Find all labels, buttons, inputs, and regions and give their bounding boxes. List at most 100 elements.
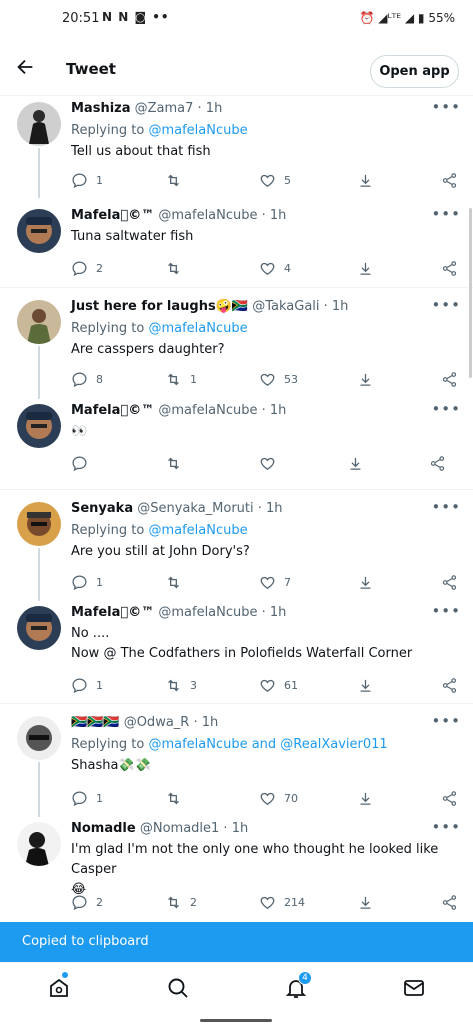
notifications-badge: 4 [298, 971, 312, 985]
tweet[interactable]: Just here for laughs🤪🇿🇦 @TakaGali · 1h R… [0, 288, 473, 399]
messages-icon[interactable] [402, 976, 426, 1000]
download-button[interactable] [357, 258, 374, 278]
like-button[interactable]: 61 [259, 675, 298, 695]
tweet[interactable]: Mashiza @Zama7 · 1h Replying to @mafelaN… [0, 96, 473, 198]
share-button[interactable] [441, 572, 458, 592]
display-name[interactable]: Mafela©™ [71, 403, 154, 418]
more-options-icon[interactable]: ••• [431, 712, 461, 730]
reply-button[interactable]: 1 [71, 788, 103, 808]
reply-button[interactable]: 2 [71, 892, 103, 912]
like-button[interactable]: 4 [259, 258, 291, 278]
like-button[interactable]: 70 [259, 788, 298, 808]
share-button[interactable] [441, 788, 458, 808]
more-options-icon[interactable]: ••• [431, 602, 461, 620]
more-options-icon[interactable]: ••• [431, 400, 461, 418]
display-name[interactable]: Nomadle [71, 821, 136, 836]
tweet[interactable]: Nomadle @Nomadle1 · 1h I'm glad I'm not … [0, 816, 473, 926]
reply-button[interactable]: 1 [71, 675, 103, 695]
reply-button[interactable]: 8 [71, 369, 103, 389]
retweet-button[interactable] [165, 788, 190, 808]
retweet-button[interactable] [165, 453, 190, 473]
retweet-button[interactable] [165, 572, 190, 592]
download-icon [360, 679, 371, 692]
avatar[interactable] [17, 502, 61, 546]
scrollbar[interactable] [469, 208, 472, 378]
reply-button[interactable]: 2 [71, 258, 103, 278]
replying-to-link[interactable]: @mafelaNcube [148, 123, 247, 138]
avatar[interactable] [17, 300, 61, 344]
more-options-icon[interactable]: ••• [431, 296, 461, 314]
display-name[interactable]: Just here for laughs🤪🇿🇦 [71, 299, 248, 314]
gesture-bar[interactable] [200, 1019, 272, 1022]
share-button[interactable] [441, 369, 458, 389]
open-app-button[interactable]: Open app [370, 55, 459, 88]
back-arrow-icon[interactable] [14, 56, 36, 78]
download-button[interactable] [357, 170, 374, 190]
share-button[interactable] [429, 453, 446, 473]
reply-button[interactable]: 1 [71, 572, 103, 592]
share-button[interactable] [441, 170, 458, 190]
download-button[interactable] [357, 572, 374, 592]
avatar[interactable] [17, 716, 61, 760]
retweet-button[interactable] [165, 170, 190, 190]
download-icon [350, 457, 361, 470]
retweet-button[interactable]: 2 [165, 892, 197, 912]
display-name[interactable]: Senyaka [71, 501, 133, 516]
more-options-icon[interactable]: ••• [431, 498, 461, 516]
avatar[interactable] [17, 102, 61, 146]
tweet-text: Are casspers daughter? [71, 342, 225, 357]
download-button[interactable] [357, 788, 374, 808]
more-options-icon[interactable]: ••• [431, 818, 461, 836]
display-name[interactable]: 🇿🇦🇿🇦🇿🇦 [71, 715, 120, 730]
tweet[interactable]: Mafela©™ @mafelaNcube · 1h No .... Now … [0, 600, 473, 704]
like-button[interactable] [259, 453, 284, 473]
like-button[interactable]: 7 [259, 572, 291, 592]
heart-icon [260, 576, 275, 589]
display-name[interactable]: Mashiza [71, 101, 131, 116]
reply-icon [72, 455, 87, 471]
tweet[interactable]: Senyaka @Senyaka_Moruti · 1h Replying to… [0, 490, 473, 601]
retweet-button[interactable]: 3 [165, 675, 197, 695]
download-button[interactable] [357, 892, 374, 912]
replying-to-link[interactable]: @mafelaNcube [148, 523, 247, 538]
download-button[interactable] [347, 453, 364, 473]
home-icon[interactable] [47, 976, 71, 1000]
replying-to-link[interactable]: @mafelaNcube and @RealXavier011 [148, 737, 387, 752]
reply-icon [72, 894, 87, 910]
tweet-text: No .... [71, 626, 110, 641]
download-icon [360, 576, 371, 589]
avatar[interactable] [17, 822, 61, 866]
reply-button[interactable]: 1 [71, 170, 103, 190]
tweet-actions: 8 1 53 [71, 369, 461, 389]
retweet-icon [168, 792, 179, 804]
tweet[interactable]: Mafela©™ @mafelaNcube · 1h 👀 ••• [0, 398, 473, 490]
status-bar: 20:51 N N ◙ •• ⏰ ◢ᴸᵀᴱ ◢ ▮ 55% [0, 0, 473, 38]
replies-feed: Mashiza @Zama7 · 1h Replying to @mafelaN… [0, 96, 473, 926]
like-button[interactable]: 214 [259, 892, 305, 912]
retweet-button[interactable]: 1 [165, 369, 197, 389]
share-button[interactable] [441, 675, 458, 695]
like-button[interactable]: 53 [259, 369, 298, 389]
retweet-button[interactable] [165, 258, 190, 278]
avatar[interactable] [17, 606, 61, 650]
search-icon[interactable] [166, 976, 190, 1000]
replying-to-prefix: Replying to [71, 123, 149, 138]
download-button[interactable] [357, 675, 374, 695]
display-name[interactable]: Mafela©™ [71, 208, 154, 223]
share-button[interactable] [441, 258, 458, 278]
avatar[interactable] [17, 404, 61, 448]
display-name[interactable]: Mafela©™ [71, 605, 154, 620]
reply-button[interactable] [71, 453, 96, 473]
share-button[interactable] [441, 892, 458, 912]
status-right: ⏰ ◢ᴸᵀᴱ ◢ ▮ 55% [359, 11, 455, 25]
download-button[interactable] [357, 369, 374, 389]
replying-to-prefix: Replying to [71, 523, 149, 538]
more-options-icon[interactable]: ••• [431, 205, 461, 223]
top-bar: Tweet Open app [0, 38, 473, 96]
more-options-icon[interactable]: ••• [431, 98, 461, 116]
replying-to-link[interactable]: @mafelaNcube [148, 321, 247, 336]
avatar[interactable] [17, 209, 61, 253]
tweet[interactable]: 🇿🇦🇿🇦🇿🇦 @Odwa_R · 1h Replying to @mafelaN… [0, 704, 473, 817]
tweet[interactable]: Mafela©™ @mafelaNcube · 1h Tuna saltwat… [0, 197, 473, 288]
like-button[interactable]: 5 [259, 170, 291, 190]
